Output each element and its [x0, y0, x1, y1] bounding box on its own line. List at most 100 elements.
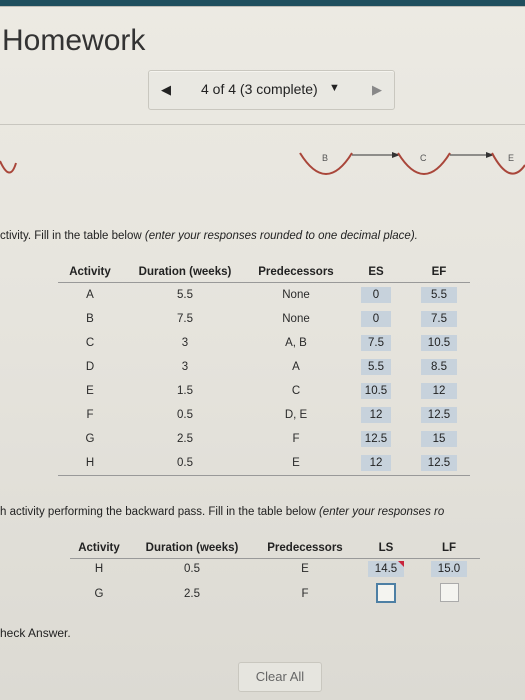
es-answer[interactable]: 0	[361, 287, 391, 303]
ef-cell: 5.5	[408, 283, 470, 308]
duration-cell: 3	[181, 337, 189, 349]
predecessors-cell: A	[292, 361, 300, 373]
predecessors-cell: F	[301, 588, 309, 600]
ef-cell: 12.5	[408, 403, 470, 427]
col-duration: Duration (weeks)	[122, 262, 248, 283]
es-answer[interactable]: 12	[361, 407, 391, 423]
ls-cell	[354, 579, 418, 609]
predecessors-cell: None	[282, 313, 310, 325]
node-c-label: C	[420, 153, 427, 163]
ef-answer[interactable]: 5.5	[421, 287, 457, 303]
col-lf: LF	[418, 538, 480, 559]
table-row: G 2.5 F	[70, 579, 480, 609]
duration-cell: 1.5	[177, 385, 193, 397]
forward-instructions-emphasis: (enter your responses rounded to one dec…	[144, 230, 418, 242]
col-predecessors: Predecessors	[248, 262, 344, 283]
clear-all-button[interactable]: Clear All	[238, 662, 322, 692]
next-arrow-icon[interactable]: ▶	[372, 82, 382, 98]
es-answer[interactable]: 0	[361, 311, 391, 327]
table-row: E 1.5 C 10.5 12	[58, 379, 470, 403]
table-header-row: Activity Duration (weeks) Predecessors L…	[70, 538, 480, 559]
predecessors-cell: F	[292, 433, 300, 445]
backward-pass-table: Activity Duration (weeks) Predecessors L…	[70, 538, 480, 609]
col-predecessors: Predecessors	[256, 538, 354, 559]
table-header-row: Activity Duration (weeks) Predecessors E…	[58, 262, 470, 283]
ef-cell: 12	[408, 379, 470, 403]
es-cell: 10.5	[344, 379, 408, 403]
ef-answer[interactable]: 15	[421, 431, 457, 447]
es-answer[interactable]: 12.5	[360, 431, 392, 447]
activity-cell: H	[58, 451, 122, 476]
activity-cell: A	[86, 289, 94, 301]
lf-input[interactable]	[439, 583, 459, 602]
es-cell: 12	[344, 403, 408, 427]
es-cell: 7.5	[344, 331, 408, 355]
duration-cell: 2.5	[184, 588, 200, 600]
table-row: B 7.5 None 0 7.5	[58, 307, 470, 331]
es-answer[interactable]: 5.5	[361, 359, 391, 375]
ef-answer[interactable]: 10.5	[421, 335, 457, 351]
ef-cell: 8.5	[408, 355, 470, 379]
duration-cell: 5.5	[177, 289, 193, 301]
col-es: ES	[344, 262, 408, 283]
col-activity: Activity	[58, 262, 122, 283]
ef-cell: 12.5	[408, 451, 470, 476]
ls-input[interactable]	[376, 582, 396, 603]
ef-cell: 15	[408, 427, 470, 451]
predecessors-cell: E	[301, 563, 309, 575]
col-duration: Duration (weeks)	[128, 538, 256, 559]
table-row: C 3 A, B 7.5 10.5	[58, 331, 470, 355]
question-navigator: ◀ 4 of 4 (3 complete) ▼ ▶	[148, 70, 395, 110]
ls-answer[interactable]: 14.5	[368, 561, 404, 577]
prev-arrow-icon[interactable]: ◀	[161, 82, 171, 98]
activity-cell: B	[86, 313, 94, 325]
es-answer[interactable]: 10.5	[360, 383, 392, 399]
table-row: D 3 A 5.5 8.5	[58, 355, 470, 379]
activity-cell: F	[86, 409, 94, 421]
ef-cell: 7.5	[408, 307, 470, 331]
node-fragment-left	[0, 160, 17, 174]
col-ls: LS	[354, 538, 418, 559]
es-answer[interactable]: 7.5	[361, 335, 391, 351]
check-answer-link[interactable]: heck Answer.	[0, 626, 71, 640]
ef-cell: 10.5	[408, 331, 470, 355]
activity-cell: G	[85, 433, 95, 445]
forward-instructions-text: ctivity. Fill in the table below	[0, 230, 145, 242]
backward-instructions-text: h activity performing the backward pass.…	[0, 506, 319, 518]
node-e-label: E	[508, 153, 514, 163]
table-row: G 2.5 F 12.5 15	[58, 427, 470, 451]
duration-cell: 0.5	[122, 451, 248, 476]
activity-cell: G	[94, 588, 104, 600]
lf-cell	[418, 579, 480, 609]
activity-cell: H	[94, 563, 104, 575]
predecessors-cell: D, E	[284, 409, 308, 421]
ef-answer[interactable]: 12.5	[421, 455, 457, 471]
table-row: A 5.5 None 0 5.5	[58, 283, 470, 308]
ef-answer[interactable]: 7.5	[421, 311, 457, 327]
predecessors-cell: None	[282, 289, 310, 301]
activity-cell: C	[85, 337, 95, 349]
forward-pass-instructions: ctivity. Fill in the table below (enter …	[0, 230, 418, 242]
activity-cell: D	[85, 361, 95, 373]
lf-answer[interactable]: 15.0	[431, 561, 467, 577]
lf-cell: 15.0	[418, 559, 480, 580]
activity-cell: E	[86, 385, 94, 397]
es-cell: 12	[344, 451, 408, 476]
duration-cell: 0.5	[184, 563, 200, 575]
predecessors-cell: E	[248, 451, 344, 476]
col-activity: Activity	[70, 538, 128, 559]
dropdown-caret-icon[interactable]: ▼	[329, 82, 340, 94]
ef-answer[interactable]: 12	[421, 383, 457, 399]
es-cell: 5.5	[344, 355, 408, 379]
question-selector[interactable]: 4 of 4 (3 complete)	[201, 81, 318, 97]
top-divider	[0, 6, 525, 7]
es-answer[interactable]: 12	[361, 455, 391, 471]
predecessors-cell: C	[291, 385, 301, 397]
backward-instructions-emphasis: (enter your responses ro	[318, 506, 445, 518]
ef-answer[interactable]: 12.5	[421, 407, 457, 423]
backward-pass-instructions: h activity performing the backward pass.…	[0, 506, 444, 518]
duration-cell: 2.5	[177, 433, 193, 445]
es-cell: 0	[344, 283, 408, 308]
table-row: H 0.5 E 12 12.5	[58, 451, 470, 476]
ef-answer[interactable]: 8.5	[421, 359, 457, 375]
